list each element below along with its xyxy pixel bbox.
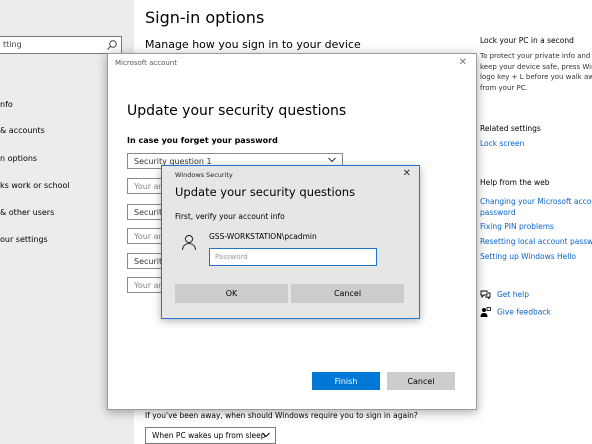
password-input[interactable] xyxy=(209,248,377,266)
ws-dialog-subtitle: First, verify your account info xyxy=(175,212,285,221)
cancel-button[interactable]: Cancel xyxy=(387,372,455,390)
require-sign-in-dropdown[interactable]: When PC wakes up from sleep xyxy=(145,427,276,444)
ws-dialog-title: Windows Security xyxy=(175,171,233,179)
give-feedback-label: Give feedback xyxy=(497,307,551,317)
nav-item-sync-settings[interactable]: our settings xyxy=(0,235,48,244)
help-web-heading: Help from the web xyxy=(480,178,550,187)
lock-pc-text-4: from your PC. xyxy=(480,83,528,92)
answer-2-placeholder: Your an xyxy=(134,232,164,241)
finish-button[interactable]: Finish xyxy=(312,372,380,390)
related-settings-heading: Related settings xyxy=(480,124,541,133)
ws-dialog-heading: Update your security questions xyxy=(175,185,356,199)
nav-item-family-other-users[interactable]: & other users xyxy=(0,208,54,217)
link-resetting-local-password[interactable]: Resetting local account passwor xyxy=(480,237,592,248)
user-icon xyxy=(181,234,197,251)
chevron-down-icon xyxy=(262,432,270,438)
close-icon[interactable]: ✕ xyxy=(403,168,411,179)
ws-cancel-button[interactable]: Cancel xyxy=(291,284,404,303)
nav-item-email-accounts[interactable]: & accounts xyxy=(0,126,45,135)
answer-3-placeholder: Your an xyxy=(134,281,164,290)
lock-pc-text-1: To protect your private info and xyxy=(480,52,591,60)
search-input-text: tting xyxy=(3,40,22,49)
ok-button[interactable]: OK xyxy=(175,284,288,303)
get-help-label: Get help xyxy=(497,290,529,299)
windows-security-dialog: Windows Security ✕ Update your security … xyxy=(161,165,420,319)
answer-1-placeholder: Your an xyxy=(134,182,164,191)
feedback-person-icon xyxy=(480,307,491,317)
account-username: GSS-WORKSTATION\pcadmin xyxy=(209,232,317,241)
settings-search-input[interactable]: tting xyxy=(0,36,122,54)
nav-item-access-work-school[interactable]: ks work or school xyxy=(0,181,70,190)
lock-pc-text-2: keep your device safe, press Win xyxy=(480,62,592,71)
ms-dialog-label: In case you forget your password xyxy=(127,136,278,145)
get-help-link[interactable]: Get help xyxy=(480,290,529,300)
link-change-ms-password[interactable]: Changing your Microsoft accour xyxy=(480,197,592,208)
link-fixing-pin[interactable]: Fixing PIN problems xyxy=(480,222,554,233)
link-windows-hello[interactable]: Setting up Windows Hello xyxy=(480,252,576,263)
lock-screen-link[interactable]: Lock screen xyxy=(480,139,524,150)
link-change-ms-password-2[interactable]: password xyxy=(480,208,516,219)
chat-bubble-icon xyxy=(480,290,491,300)
search-icon[interactable] xyxy=(106,39,118,51)
require-sign-in-value: When PC wakes up from sleep xyxy=(152,431,266,440)
ms-dialog-title: Microsoft account xyxy=(115,59,177,67)
lock-pc-text-3: logo key + L before you walk aw xyxy=(480,73,592,81)
give-feedback-link[interactable]: Give feedback xyxy=(480,307,551,318)
close-icon[interactable]: ✕ xyxy=(459,57,467,68)
nav-item-sign-in-options[interactable]: n options xyxy=(0,154,37,163)
page-title: Sign-in options xyxy=(145,8,265,27)
away-question: If you've been away, when should Windows… xyxy=(145,411,418,420)
ms-dialog-heading: Update your security questions xyxy=(127,103,347,119)
lock-pc-heading: Lock your PC in a second xyxy=(480,36,574,45)
page-subtitle: Manage how you sign in to your device xyxy=(145,38,361,51)
chevron-down-icon xyxy=(328,157,336,163)
nav-item-your-info[interactable]: nfo xyxy=(0,100,13,109)
